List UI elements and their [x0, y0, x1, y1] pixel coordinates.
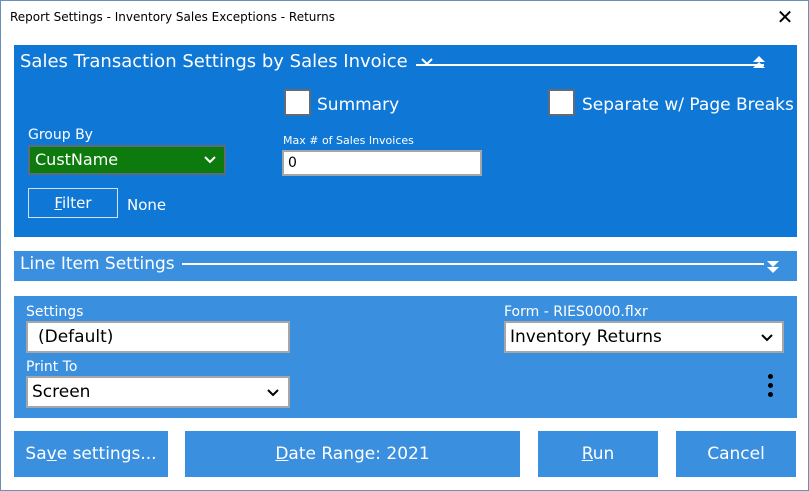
form-label: Form - RIES0000.flxr [504, 304, 648, 320]
group-by-label: Group By [28, 127, 93, 143]
report-settings-window: Report Settings - Inventory Sales Except… [0, 0, 809, 491]
max-invoices-input[interactable]: 0 [282, 150, 482, 176]
save-settings-button[interactable]: Save settings... [14, 431, 168, 477]
summary-checkbox[interactable] [284, 89, 311, 116]
form-value: Inventory Returns [510, 327, 662, 347]
settings-input[interactable]: (Default) [26, 321, 290, 353]
filter-accelerator: F [54, 194, 62, 212]
line-item-panel[interactable]: Line Item Settings [14, 251, 797, 281]
form-select[interactable]: Inventory Returns [504, 321, 784, 353]
chevron-down-icon [761, 334, 773, 342]
max-invoices-label: Max # of Sales Invoices [283, 134, 414, 147]
window-title: Report Settings - Inventory Sales Except… [10, 10, 335, 24]
kebab-menu-icon[interactable] [765, 374, 775, 404]
max-invoices-value: 0 [288, 155, 297, 171]
title-bar: Report Settings - Inventory Sales Except… [1, 1, 808, 33]
cancel-button[interactable]: Cancel [676, 431, 796, 477]
settings-value: (Default) [38, 327, 114, 347]
date-range-button[interactable]: Date Range: 2021 [185, 431, 520, 477]
line-item-divider-line [182, 263, 764, 265]
print-to-select[interactable]: Screen [26, 376, 290, 408]
filter-value: None [127, 196, 167, 214]
section-divider-line [416, 64, 764, 66]
run-button[interactable]: Run [538, 431, 658, 477]
summary-label: Summary [317, 95, 400, 115]
line-item-section-title: Line Item Settings [20, 254, 175, 274]
sales-section-title: Sales Transaction Settings by Sales Invo… [20, 51, 408, 72]
print-to-value: Screen [32, 382, 91, 402]
double-chevron-up-icon[interactable] [752, 55, 766, 69]
group-by-value: CustName [35, 150, 119, 169]
settings-label: Settings [26, 304, 84, 320]
close-icon: ✕ [776, 5, 794, 29]
chevron-down-icon [267, 389, 279, 397]
sales-transaction-panel: Sales Transaction Settings by Sales Invo… [14, 45, 797, 237]
double-chevron-down-icon[interactable] [766, 260, 780, 274]
group-by-select[interactable]: CustName [28, 145, 226, 175]
close-button[interactable]: ✕ [770, 5, 800, 29]
print-to-label: Print To [26, 359, 78, 375]
chevron-down-icon [421, 58, 434, 66]
chevron-down-icon [204, 156, 216, 164]
output-settings-panel: Settings (Default) Form - RIES0000.flxr … [14, 296, 797, 418]
page-breaks-checkbox[interactable] [548, 89, 575, 116]
page-breaks-label: Separate w/ Page Breaks [582, 95, 794, 115]
filter-button[interactable]: Filter [28, 188, 118, 218]
sales-section-header[interactable]: Sales Transaction Settings by Sales Invo… [20, 51, 434, 75]
